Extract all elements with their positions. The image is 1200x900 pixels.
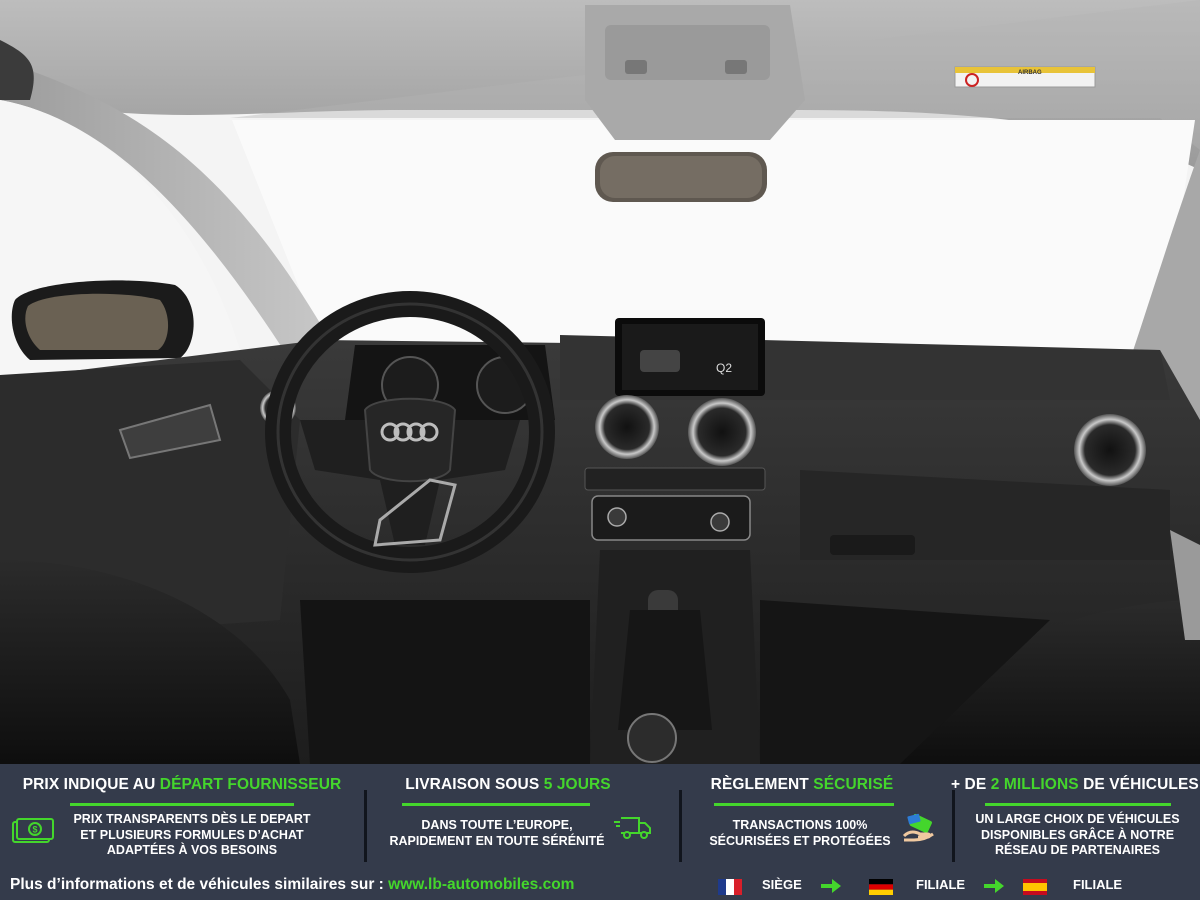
column-divider-rule — [70, 803, 294, 806]
banner-footer: Plus d’informations et de véhicules simi… — [0, 876, 1200, 898]
description-line: DANS TOUTE L’EUROPE, — [421, 818, 573, 832]
description-line: UN LARGE CHOIX DE VÉHICULES — [975, 812, 1180, 826]
money-icon: $ — [12, 818, 54, 849]
description-line: SÉCURISÉES ET PROTÉGÉES — [709, 833, 891, 848]
column-description: UN LARGE CHOIX DE VÉHICULES DISPONIBLES … — [955, 812, 1200, 859]
car-interior-photo: AIRBAG Q2 — [0, 0, 1200, 764]
description-line: PRIX TRANSPARENTS DÈS LE DEPART — [73, 812, 311, 826]
column-title: + DE 2 MILLIONS DE VÉHICULES — [951, 776, 1199, 794]
column-title-text: + DE — [951, 776, 991, 793]
description-line: RAPIDEMENT EN TOUTE SÉRÉNITÉ — [389, 833, 605, 848]
column-description: TRANSACTIONS 100% SÉCURISÉES ET PROTÉGÉE… — [700, 818, 900, 849]
column-title-highlight: 5 JOURS — [543, 776, 611, 793]
france-flag-icon — [718, 879, 742, 895]
svg-text:$: $ — [33, 825, 38, 835]
location-label-branch: FILIALE — [1073, 877, 1123, 892]
column-divider-rule — [402, 803, 590, 806]
arrow-right-icon — [820, 878, 842, 899]
column-divider-rule — [985, 803, 1171, 806]
car-interior-illustration: AIRBAG Q2 — [0, 0, 1200, 764]
secure-payment-icon — [902, 812, 936, 849]
column-title-text: RÈGLEMENT — [710, 776, 814, 793]
column-divider-rule — [714, 803, 894, 806]
delivery-truck-icon — [613, 814, 653, 845]
screen-model-label: Q2 — [716, 361, 732, 375]
footer-info-text: Plus d’informations et de véhicules simi… — [10, 876, 574, 894]
description-line: DISPONIBLES GRÂCE À NOTRE — [980, 827, 1175, 842]
banner-column-price: PRIX INDIQUE AU DÉPART FOURNISSEUR $ PRI… — [0, 764, 364, 870]
germany-flag-icon — [869, 879, 893, 895]
column-title-highlight: SÉCURISÉ — [813, 776, 894, 793]
banner-column-delivery: LIVRAISON SOUS 5 JOURS DANS TOUTE L’EURO… — [367, 764, 679, 870]
airbag-sticker-label: AIRBAG — [1018, 70, 1042, 76]
column-title: LIVRAISON SOUS 5 JOURS — [337, 776, 679, 794]
column-title-text: DE VÉHICULES — [1078, 776, 1199, 793]
description-line: RÉSEAU DE PARTENAIRES — [994, 843, 1161, 857]
footer-text-label: Plus d’informations et de véhicules simi… — [10, 876, 389, 893]
spain-flag-icon — [1023, 879, 1047, 895]
banner-column-vehicles: + DE 2 MILLIONS DE VÉHICULES UN LARGE CH… — [951, 764, 1200, 870]
column-title: RÈGLEMENT SÉCURISÉ — [652, 776, 952, 794]
column-description: PRIX TRANSPARENTS DÈS LE DEPART ET PLUSI… — [60, 812, 324, 859]
location-label-hq: SIÈGE — [762, 877, 802, 892]
banner-column-payment: RÈGLEMENT SÉCURISÉ TRANSACTIONS 100% SÉC… — [682, 764, 952, 870]
arrow-right-icon — [983, 878, 1005, 899]
description-line: TRANSACTIONS 100% — [732, 818, 868, 832]
column-description: DANS TOUTE L’EUROPE, RAPIDEMENT EN TOUTE… — [382, 818, 612, 849]
column-title-text: PRIX INDIQUE AU — [22, 776, 160, 793]
column-title: PRIX INDIQUE AU DÉPART FOURNISSEUR — [0, 776, 364, 794]
column-title-highlight: DÉPART FOURNISSEUR — [159, 776, 342, 793]
description-line: ADAPTÉES À VOS BESOINS — [106, 843, 278, 857]
website-link[interactable]: www.lb-automobiles.com — [388, 876, 574, 893]
description-line: ET PLUSIEURS FORMULES D’ACHAT — [80, 827, 304, 842]
info-banner: PRIX INDIQUE AU DÉPART FOURNISSEUR $ PRI… — [0, 764, 1200, 900]
location-label-branch: FILIALE — [916, 877, 966, 892]
column-title-text: LIVRAISON SOUS — [405, 776, 544, 793]
column-title-highlight: 2 MILLIONS — [990, 776, 1079, 793]
